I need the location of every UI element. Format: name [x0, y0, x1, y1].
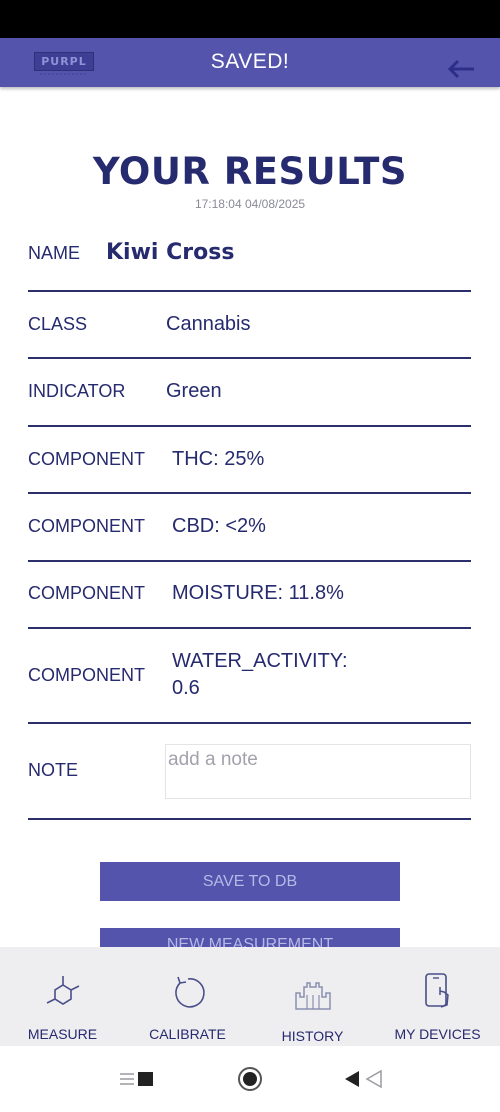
component-label: COMPONENT: [28, 583, 145, 603]
component-value-thc: THC: 25%: [172, 448, 265, 470]
component-value-cbd: CBD: <2%: [172, 515, 266, 537]
divider: [28, 818, 471, 820]
results-title: YOUR RESULTS: [92, 150, 408, 193]
header-title: SAVED!: [210, 50, 290, 73]
nav-label-measure: MEASURE: [27, 1026, 98, 1042]
divider: [28, 290, 471, 292]
component-value-moisture: MOISTURE: 11.8%: [172, 582, 344, 604]
nav-label-history: HISTORY: [281, 1028, 344, 1044]
nav-label-my-devices: MY DEVICES: [394, 1026, 481, 1042]
class-label: CLASS: [28, 314, 88, 334]
home-icon[interactable]: [237, 1066, 263, 1092]
refresh-icon: [168, 973, 208, 1013]
logo-subtext-mark: [40, 73, 88, 75]
divider: [28, 357, 471, 359]
nav-label-calibrate: CALIBRATE: [149, 1026, 226, 1042]
component-value-water-activity-line1: WATER_ACTIVITY:: [172, 650, 348, 672]
note-input[interactable]: add a note: [165, 744, 471, 799]
divider: [28, 722, 471, 724]
name-label: NAME: [28, 243, 81, 263]
save-to-db-button[interactable]: SAVE TO DB: [100, 862, 400, 901]
indicator-value: Green: [166, 380, 222, 402]
name-value: Kiwi Cross: [106, 240, 235, 265]
component-value-water-activity-line2: 0.6: [172, 677, 200, 699]
status-bar: [0, 0, 500, 38]
brand-logo: PURPL: [34, 52, 94, 76]
component-label: COMPONENT: [28, 665, 145, 685]
back-arrow-icon[interactable]: [446, 58, 476, 80]
nav-item-measure[interactable]: MEASURE: [0, 947, 125, 1046]
phone-touch-icon: [418, 971, 458, 1011]
recent-apps-icon[interactable]: [120, 1070, 154, 1088]
system-nav-bar: [0, 1046, 500, 1112]
back-icon[interactable]: [343, 1069, 385, 1089]
divider: [28, 492, 471, 494]
divider: [28, 560, 471, 562]
castle-icon: [293, 973, 333, 1013]
component-label: COMPONENT: [28, 516, 145, 536]
divider: [28, 425, 471, 427]
molecule-icon: [43, 973, 83, 1013]
indicator-label: INDICATOR: [28, 381, 126, 401]
nav-item-my-devices[interactable]: MY DEVICES: [375, 947, 500, 1046]
note-placeholder: add a note: [168, 749, 258, 770]
bottom-nav: MEASURE CALIBRATE HISTORY MY DEVICES: [0, 947, 500, 1046]
logo-subtext: [40, 72, 88, 76]
divider: [28, 627, 471, 629]
nav-item-calibrate[interactable]: CALIBRATE: [125, 947, 250, 1046]
result-timestamp: 17:18:04 04/08/2025: [194, 197, 306, 211]
nav-item-history[interactable]: HISTORY: [250, 947, 375, 1046]
logo-text: PURPL: [34, 52, 94, 71]
component-label: COMPONENT: [28, 449, 145, 469]
note-label: NOTE: [28, 760, 79, 780]
class-value: Cannabis: [166, 313, 251, 335]
